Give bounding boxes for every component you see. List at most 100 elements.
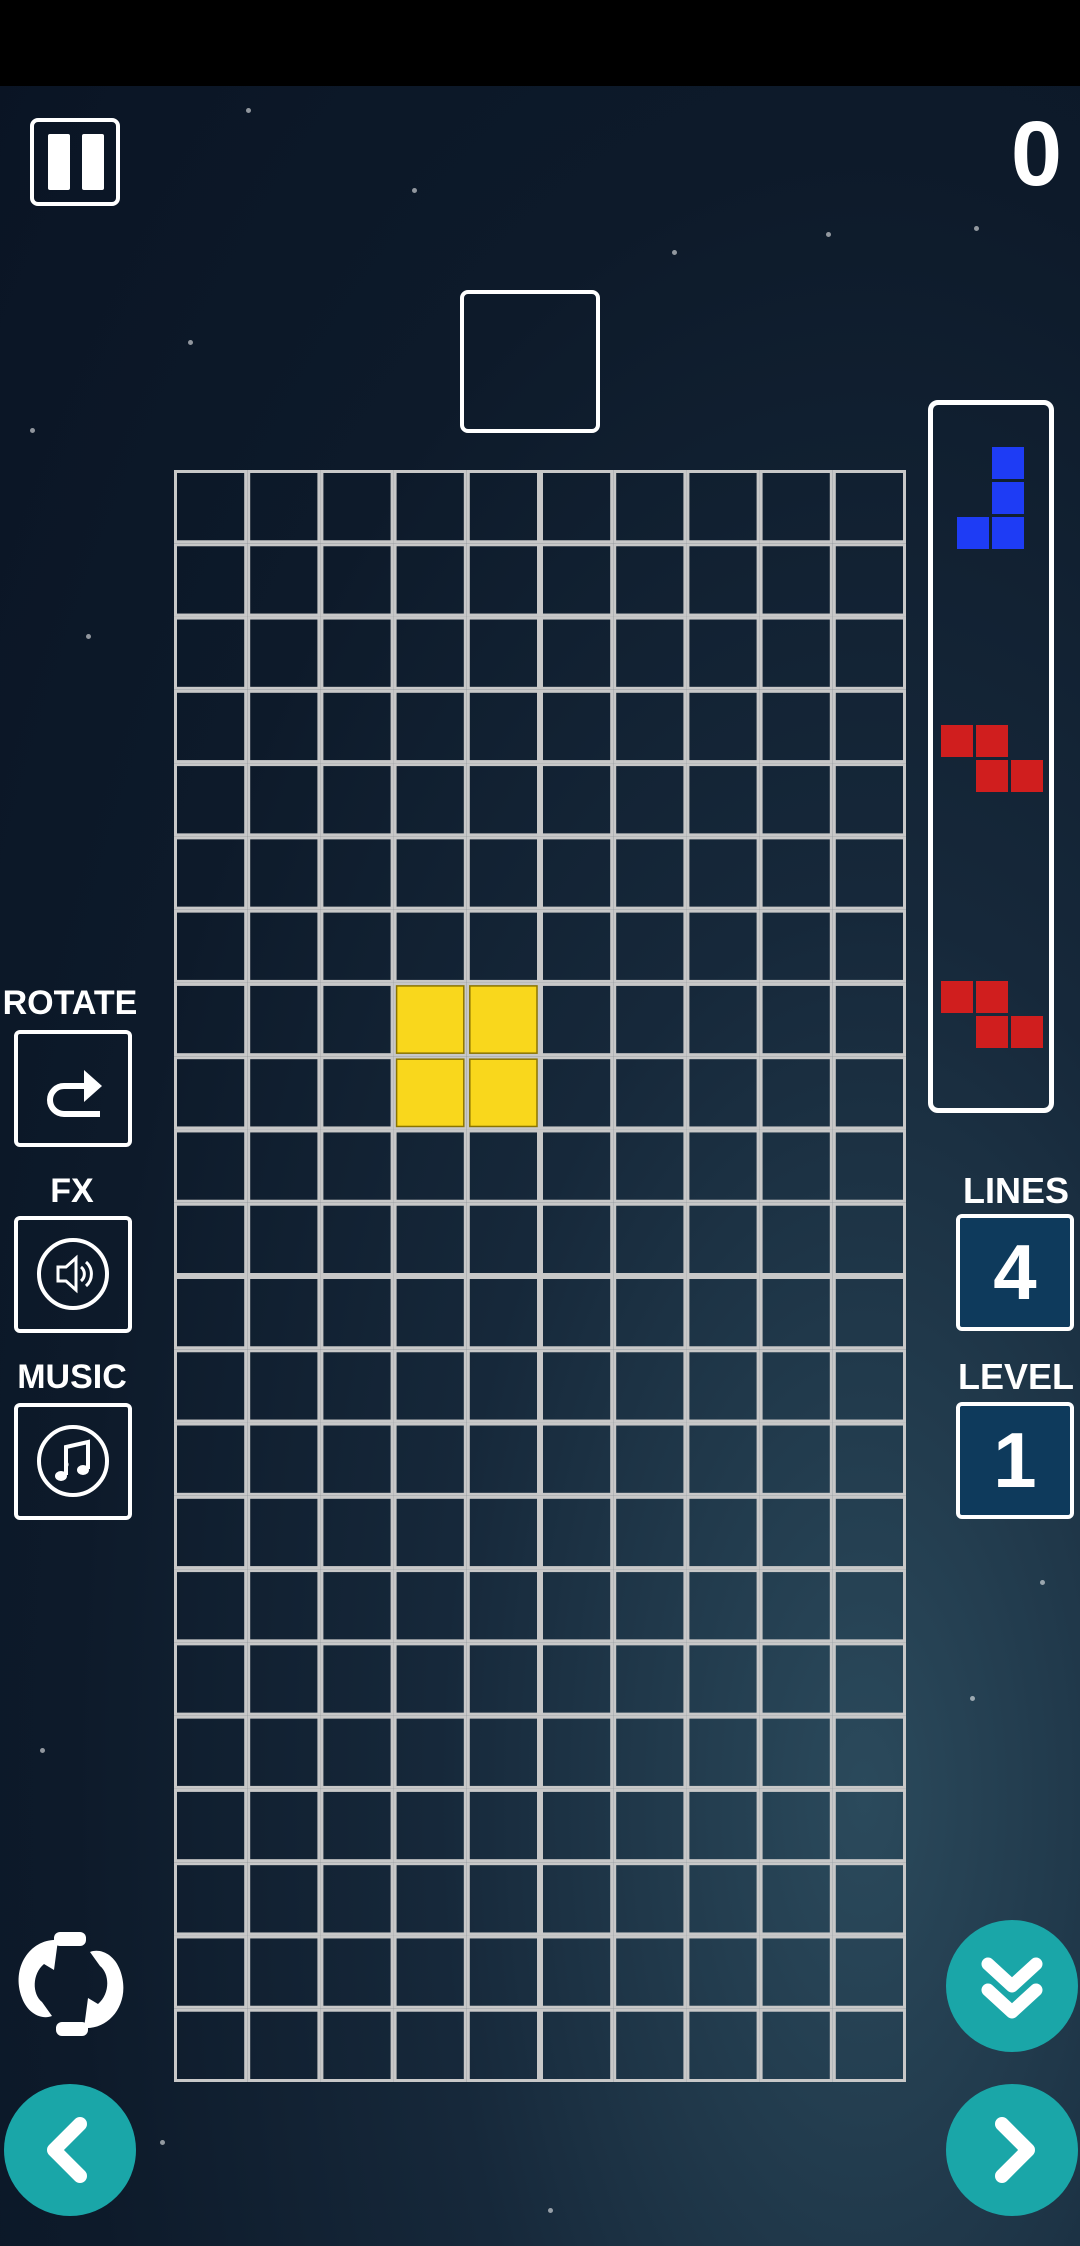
board-cell	[686, 1129, 760, 1203]
active-piece-block	[469, 985, 538, 1054]
left-arrow-icon	[47, 2117, 87, 2183]
board-cell	[174, 2008, 248, 2082]
board-cell	[686, 1422, 760, 1496]
board-cell	[393, 1276, 467, 1350]
board-cell	[613, 1422, 687, 1496]
board-cell	[686, 1642, 760, 1716]
board-cell	[247, 1569, 321, 1643]
board-cell	[613, 1788, 687, 1863]
board-cell	[174, 1056, 248, 1130]
board-cell	[174, 1202, 248, 1277]
board-cell	[759, 982, 833, 1057]
board-cell	[759, 1788, 833, 1863]
board-cell	[174, 1715, 248, 1789]
board-cell	[247, 1129, 321, 1203]
board-cell	[466, 1276, 540, 1350]
board-cell	[686, 1935, 760, 2009]
board-cell	[613, 470, 687, 544]
active-piece-block	[469, 1058, 538, 1128]
next-piece-block	[976, 725, 1008, 757]
board-cell	[466, 1495, 540, 1570]
board-cell	[320, 616, 394, 690]
move-right-button[interactable]	[946, 2084, 1078, 2216]
board-cell	[540, 1935, 614, 2009]
board-cell	[540, 543, 614, 617]
board-cell	[174, 543, 248, 617]
level-value: 1	[956, 1402, 1074, 1519]
board-cell	[174, 909, 248, 983]
board-cell	[613, 543, 687, 617]
board-cell	[613, 689, 687, 764]
board-cell	[393, 1349, 467, 1423]
board-cell	[247, 1276, 321, 1350]
board-cell	[174, 1642, 248, 1716]
board-cell	[174, 1935, 248, 2009]
board-cell	[393, 1202, 467, 1277]
board-cell	[540, 689, 614, 764]
board-cell	[466, 836, 540, 910]
board-cell	[540, 470, 614, 544]
board-cell	[320, 1422, 394, 1496]
rotate-device-icon[interactable]	[2, 1924, 140, 2044]
board-cell	[320, 1202, 394, 1277]
board-cell	[247, 982, 321, 1057]
board-cell	[320, 689, 394, 764]
board-cell	[613, 2008, 687, 2082]
board-cell	[686, 1276, 760, 1350]
rotate-label: ROTATE	[2, 984, 138, 1022]
board-cell	[466, 763, 540, 837]
board-cell	[759, 1569, 833, 1643]
board-cell	[686, 1862, 760, 1936]
board-cell	[832, 2008, 906, 2082]
board-cell	[686, 470, 760, 544]
game-board[interactable]	[174, 470, 906, 2082]
board-cell	[832, 836, 906, 910]
board-cell	[540, 1129, 614, 1203]
board-cell	[247, 909, 321, 983]
board-cell	[540, 1422, 614, 1496]
board-cell	[832, 689, 906, 764]
board-cell	[832, 470, 906, 544]
board-cell	[832, 1569, 906, 1643]
board-cell	[393, 1129, 467, 1203]
board-cell	[832, 1935, 906, 2009]
music-toggle-button[interactable]	[14, 1403, 132, 1520]
board-cell	[613, 1129, 687, 1203]
board-cell	[540, 763, 614, 837]
board-cell	[393, 1495, 467, 1570]
board-cell	[320, 1569, 394, 1643]
move-left-button[interactable]	[4, 2084, 136, 2216]
board-cell	[320, 1935, 394, 2009]
fx-toggle-button[interactable]	[14, 1216, 132, 1333]
board-cell	[393, 763, 467, 837]
board-cell	[393, 1569, 467, 1643]
next-piece-block	[976, 760, 1008, 792]
board-cell	[759, 2008, 833, 2082]
board-cell	[686, 1495, 760, 1570]
board-cell	[320, 763, 394, 837]
board-cell	[540, 1715, 614, 1789]
rotate-button[interactable]	[14, 1030, 132, 1147]
board-cell	[247, 689, 321, 764]
board-cell	[466, 909, 540, 983]
board-cell	[759, 1129, 833, 1203]
board-cell	[759, 1056, 833, 1130]
board-cell	[832, 1276, 906, 1350]
board-cell	[466, 470, 540, 544]
board-cell	[247, 1642, 321, 1716]
board-cell	[466, 1129, 540, 1203]
board-cell	[540, 616, 614, 690]
pause-button[interactable]	[30, 118, 120, 206]
board-cell	[686, 1349, 760, 1423]
board-cell	[174, 1862, 248, 1936]
board-cell	[540, 982, 614, 1057]
board-cell	[832, 982, 906, 1057]
board-cell	[613, 982, 687, 1057]
board-cell	[540, 1788, 614, 1863]
board-cell	[832, 1202, 906, 1277]
board-cell	[320, 2008, 394, 2082]
board-cell	[759, 1495, 833, 1570]
board-cell	[613, 763, 687, 837]
board-cell	[613, 836, 687, 910]
hard-drop-button[interactable]	[946, 1920, 1078, 2052]
